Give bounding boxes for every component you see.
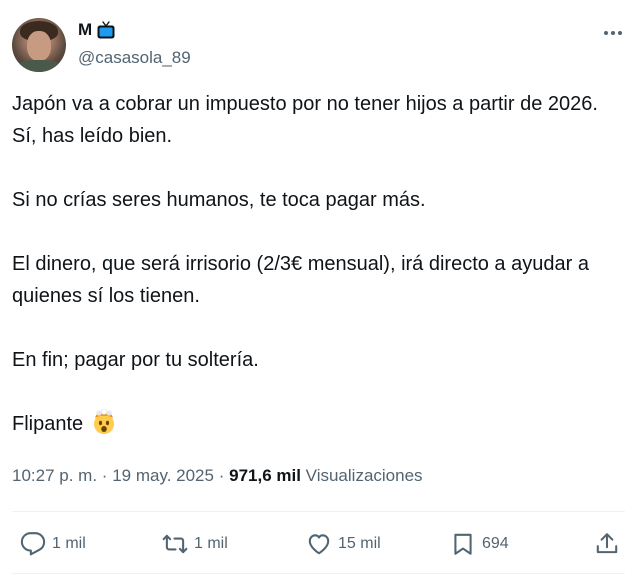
divider: [12, 511, 625, 512]
repost-icon: [162, 534, 188, 554]
avatar[interactable]: [12, 18, 66, 72]
meta-separator: ·: [218, 466, 225, 485]
tweet-paragraph: En fin; pagar por tu soltería.: [12, 349, 259, 371]
exploding-head-icon: [91, 408, 117, 435]
tv-icon: [96, 20, 116, 40]
repost-count: 1 mil: [194, 535, 228, 552]
views-label: Visualizaciones: [305, 466, 423, 485]
tweet-paragraph: Si no crías seres humanos, te toca pagar…: [12, 189, 426, 211]
tweet-paragraph: Japón va a cobrar un impuesto por no ten…: [12, 93, 598, 147]
share-button[interactable]: [594, 526, 620, 562]
user-handle[interactable]: @casasola_89: [78, 47, 191, 69]
meta-separator: ·: [101, 466, 108, 485]
action-bar: 1 mil 1 mil 15 mil 694: [12, 526, 625, 562]
repost-button[interactable]: 1 mil: [162, 526, 228, 562]
tweet-header: M @casasola_89: [12, 17, 625, 73]
bookmark-icon: [454, 533, 472, 555]
like-button[interactable]: 15 mil: [306, 526, 381, 562]
tweet-date[interactable]: 19 may. 2025: [112, 466, 214, 485]
reply-count: 1 mil: [52, 535, 86, 552]
like-count: 15 mil: [338, 535, 381, 552]
bookmark-count: 694: [482, 535, 509, 552]
tweet-paragraph: El dinero, que será irrisorio (2/3€ mens…: [12, 253, 589, 307]
more-options-button[interactable]: [601, 23, 625, 43]
views-count[interactable]: 971,6 mil: [229, 466, 301, 485]
display-name[interactable]: M: [78, 19, 92, 41]
heart-icon: [308, 534, 330, 555]
reply-icon: [20, 532, 46, 556]
share-icon: [596, 533, 618, 554]
tweet-paragraph-text: Flipante: [12, 413, 84, 435]
tweet-time[interactable]: 10:27 p. m.: [12, 466, 97, 485]
author-name-row[interactable]: M: [78, 19, 116, 41]
tweet-paragraph-last: Flipante: [12, 408, 625, 440]
tweet-text: Japón va a cobrar un impuesto por no ten…: [12, 88, 625, 440]
divider: [12, 573, 625, 574]
reply-button[interactable]: 1 mil: [20, 526, 86, 562]
bookmark-button[interactable]: 694: [450, 526, 509, 562]
tweet-metadata: 10:27 p. m. · 19 may. 2025 · 971,6 mil V…: [12, 464, 423, 488]
more-dots-icon: [604, 31, 608, 35]
